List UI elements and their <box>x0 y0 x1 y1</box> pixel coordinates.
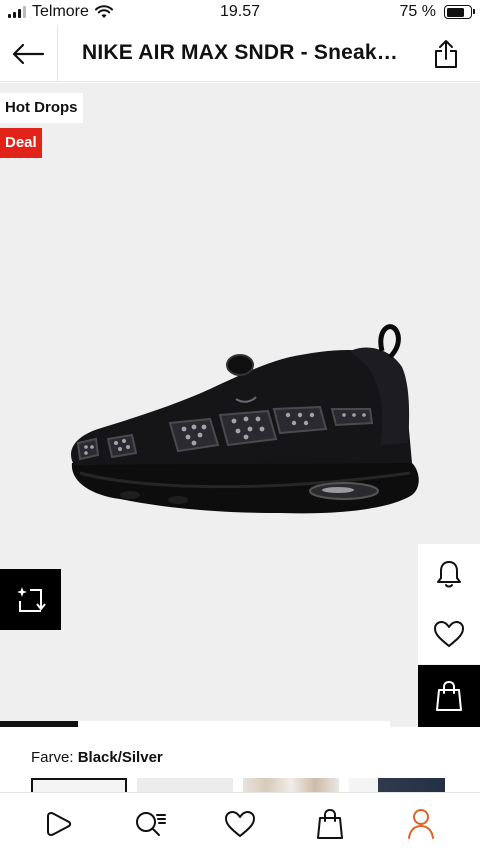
product-image <box>71 324 419 514</box>
bell-icon <box>437 561 461 588</box>
profile-icon <box>407 808 434 839</box>
heart-icon <box>224 810 255 837</box>
bottom-nav <box>0 792 480 854</box>
nav-bag[interactable] <box>306 800 354 848</box>
side-actions <box>418 544 480 727</box>
color-swatch[interactable] <box>31 778 127 792</box>
gallery-progress <box>0 721 390 727</box>
header-divider <box>57 26 58 82</box>
bag-icon <box>436 680 462 711</box>
nav-discover[interactable] <box>35 800 83 848</box>
status-bar: Telmore 19.57 75 % <box>0 0 480 26</box>
status-right: 75 % <box>399 3 475 21</box>
bag-icon <box>317 808 344 839</box>
color-swatches <box>31 778 445 792</box>
heart-icon <box>434 621 464 647</box>
share-icon <box>435 40 457 68</box>
gallery-progress-fill <box>0 721 78 727</box>
color-label-text: Farve: <box>31 749 74 766</box>
add-to-bag-button[interactable] <box>418 665 480 727</box>
color-swatch[interactable] <box>137 778 233 792</box>
battery-percent: 75 % <box>399 3 436 20</box>
notify-button[interactable] <box>418 544 480 604</box>
nav-profile[interactable] <box>397 800 445 848</box>
color-value: Black/Silver <box>77 749 163 766</box>
hot-drops-badge: Hot Drops <box>0 93 83 123</box>
color-label: Farve: Black/Silver <box>31 749 163 766</box>
wishlist-button[interactable] <box>418 604 480 664</box>
ai-compare-button[interactable] <box>0 569 61 630</box>
nav-search[interactable] <box>126 800 174 848</box>
deal-badge: Deal <box>0 128 42 158</box>
page-title: NIKE AIR MAX SNDR - Sneakers lave <box>82 41 400 64</box>
back-button[interactable] <box>6 34 50 74</box>
nav-wishlist[interactable] <box>216 800 264 848</box>
color-swatch[interactable] <box>349 778 445 792</box>
color-swatch[interactable] <box>243 778 339 792</box>
play-icon <box>47 811 72 836</box>
share-button[interactable] <box>426 34 466 74</box>
battery-icon <box>444 5 475 19</box>
header: NIKE AIR MAX SNDR - Sneakers lave <box>0 26 480 82</box>
sparkle-swap-icon <box>16 586 46 612</box>
product-image-gallery[interactable]: Hot Drops Deal <box>0 83 480 727</box>
search-list-icon <box>135 811 166 836</box>
arrow-left-icon <box>12 43 45 65</box>
